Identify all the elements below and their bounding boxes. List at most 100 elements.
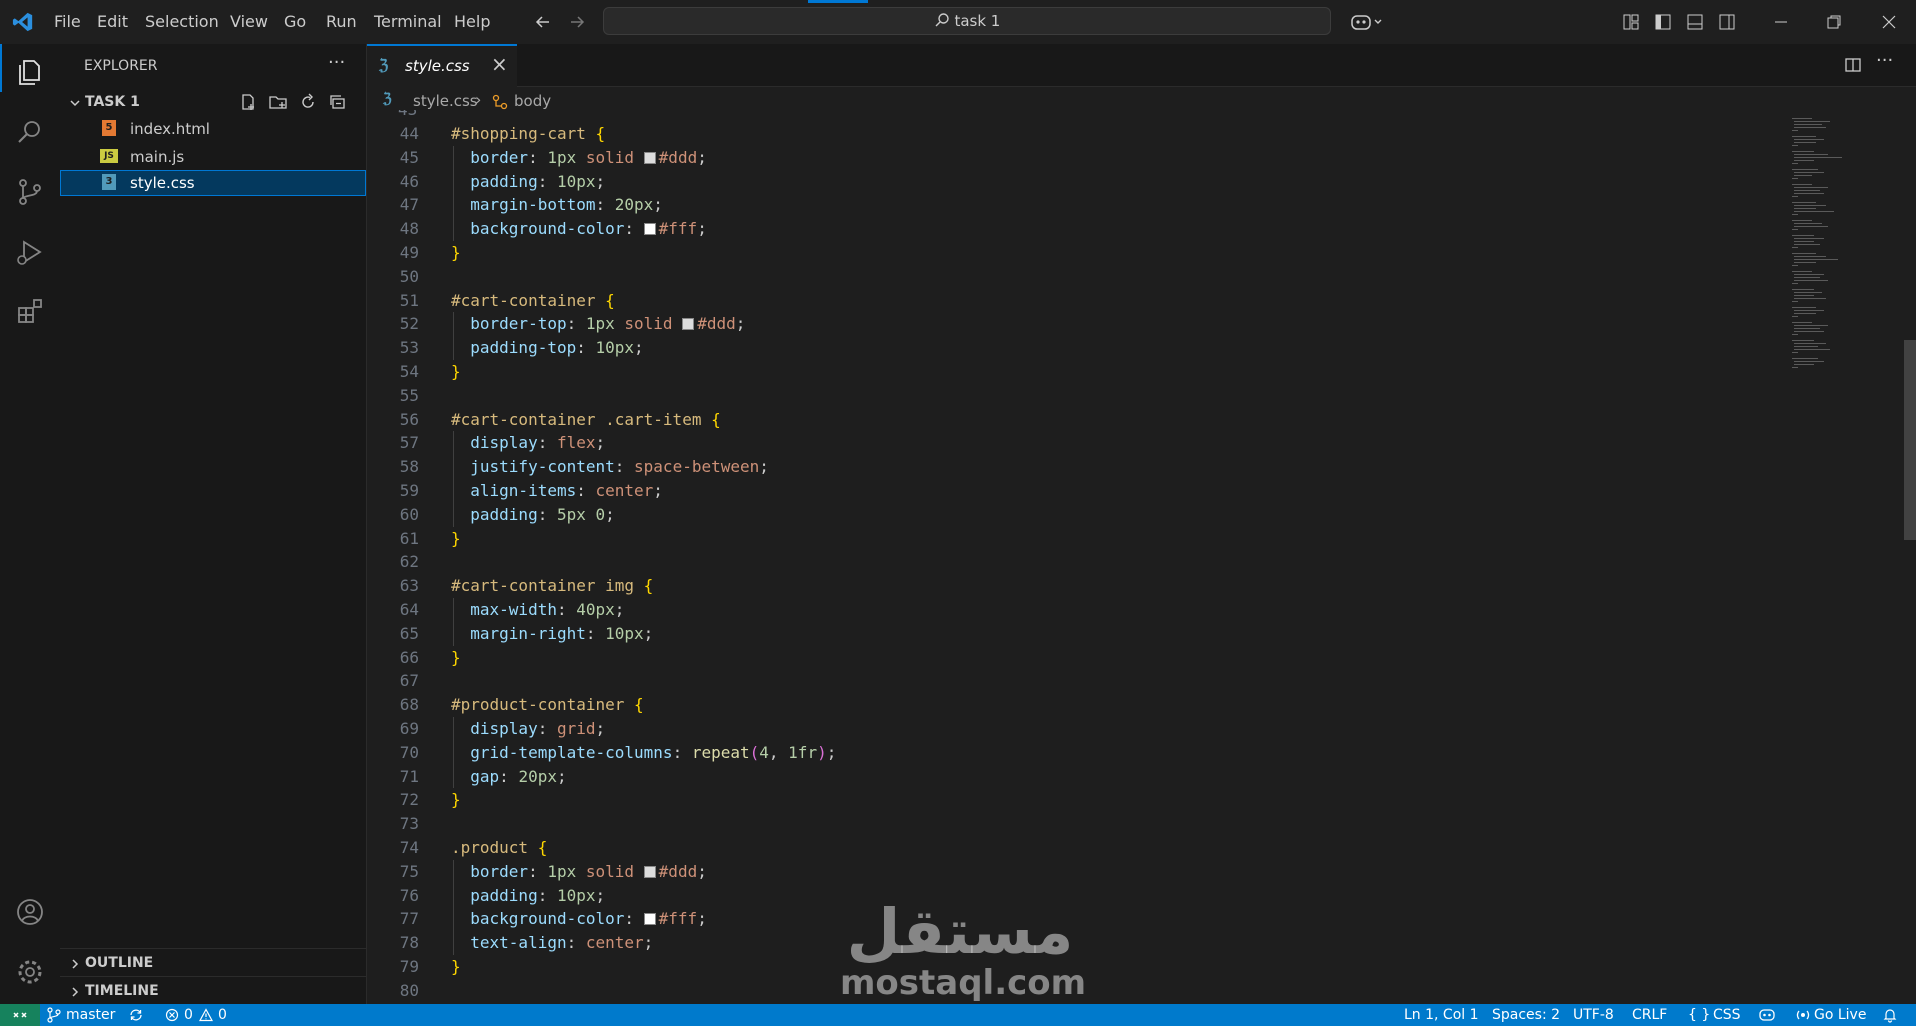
code-token: :: [537, 433, 557, 453]
chevron-down-icon[interactable]: [68, 96, 82, 110]
cursor-position[interactable]: Ln 1, Col 1: [1404, 1007, 1479, 1023]
color-swatch[interactable]: [643, 913, 656, 926]
minimap[interactable]: [1790, 116, 1900, 376]
vertical-scrollbar[interactable]: [1904, 116, 1916, 1004]
code-line: #cart-container .cart-item {: [451, 410, 721, 429]
menu-edit[interactable]: Edit: [97, 12, 128, 31]
refresh-icon[interactable]: [298, 92, 318, 112]
code-token: border-top: [451, 314, 567, 334]
line-number: 50: [399, 266, 419, 286]
extensions-icon[interactable]: [14, 296, 46, 328]
code-token: grid: [556, 719, 596, 738]
code-line: #product-container {: [451, 695, 644, 714]
copilot-status-icon[interactable]: [1758, 1007, 1776, 1023]
error-count[interactable]: 0: [184, 1007, 193, 1023]
tab-style-css[interactable]: ℨ style.css ×: [367, 44, 517, 87]
line-number: 62: [399, 552, 419, 572]
folder-title[interactable]: TASK 1: [85, 94, 140, 110]
close-window-icon[interactable]: [1880, 13, 1898, 31]
menu-view[interactable]: View: [230, 12, 268, 31]
menu-run[interactable]: Run: [326, 12, 357, 31]
menu-help[interactable]: Help: [454, 12, 490, 31]
new-file-icon[interactable]: [238, 92, 258, 112]
color-swatch[interactable]: [643, 865, 656, 878]
breadcrumb-symbol[interactable]: body: [514, 92, 551, 110]
menu-selection[interactable]: Selection: [145, 12, 219, 31]
chevron-right-icon[interactable]: [68, 985, 82, 999]
sync-icon[interactable]: [128, 1007, 144, 1023]
minimize-icon[interactable]: [1772, 13, 1790, 31]
code-token: }: [451, 957, 461, 976]
split-editor-icon[interactable]: [1844, 56, 1862, 74]
run-debug-icon[interactable]: [14, 236, 46, 268]
code-token: display: [451, 719, 538, 738]
restore-icon[interactable]: [1825, 13, 1843, 31]
color-swatch[interactable]: [643, 223, 656, 236]
language-mode[interactable]: CSS: [1713, 1007, 1741, 1023]
indent-guide: [453, 883, 454, 908]
remote-indicator[interactable]: [0, 1004, 40, 1026]
code-editor[interactable]: 43 44#shopping-cart {45 border: 1px soli…: [367, 110, 1916, 1004]
error-icon[interactable]: [165, 1008, 179, 1022]
code-line: }: [451, 957, 461, 976]
outline-section[interactable]: OUTLINE: [85, 955, 153, 971]
color-swatch[interactable]: [682, 318, 695, 331]
code-token: text-align: [451, 933, 567, 953]
code-token: border: [451, 861, 529, 881]
settings-gear-icon[interactable]: [14, 956, 46, 988]
code-token: :: [576, 338, 596, 358]
editor-more-actions-icon[interactable]: ···: [1876, 50, 1893, 71]
forward-arrow-icon[interactable]: [567, 12, 587, 32]
timeline-section[interactable]: TIMELINE: [85, 983, 159, 999]
customize-layout-icon[interactable]: [1622, 13, 1640, 31]
warning-count[interactable]: 0: [218, 1007, 227, 1023]
file-item-index-html[interactable]: 5 index.html: [60, 116, 366, 142]
menu-go[interactable]: Go: [284, 12, 306, 31]
breadcrumb-file[interactable]: style.css: [413, 92, 478, 110]
code-line: border-top: 1px solid #ddd;: [451, 314, 745, 333]
menu-file[interactable]: File: [54, 12, 81, 31]
scrollbar-thumb[interactable]: [1904, 340, 1916, 540]
menu-terminal[interactable]: Terminal: [374, 12, 442, 31]
line-number: 56: [399, 409, 419, 429]
file-item-main-js[interactable]: JS main.js: [60, 144, 366, 170]
branch-name[interactable]: master: [66, 1007, 115, 1023]
chevron-right-icon[interactable]: [68, 957, 82, 971]
line-ending[interactable]: CRLF: [1632, 1007, 1667, 1023]
collapse-all-icon[interactable]: [328, 92, 348, 112]
status-bar: master 0 0 Ln 1, Col 1 Spaces: 2 UTF-8 C…: [0, 1004, 1916, 1026]
copilot-icon[interactable]: [1350, 11, 1384, 33]
indentation[interactable]: Spaces: 2: [1492, 1007, 1560, 1023]
code-token: {: [605, 290, 615, 310]
warning-icon[interactable]: [199, 1008, 213, 1022]
indent-guide: [453, 312, 454, 337]
accounts-icon[interactable]: [14, 896, 46, 928]
bell-icon[interactable]: [1882, 1007, 1898, 1023]
new-folder-icon[interactable]: [268, 92, 288, 112]
indent-guide: [453, 621, 454, 646]
toggle-panel-icon[interactable]: [1686, 13, 1704, 31]
line-number: 68: [399, 695, 419, 715]
indent-guide: [453, 217, 454, 241]
color-swatch[interactable]: [643, 151, 656, 164]
go-live-button[interactable]: Go Live: [1814, 1007, 1866, 1023]
back-arrow-icon[interactable]: [533, 12, 553, 32]
close-tab-icon[interactable]: ×: [491, 52, 508, 76]
code-token: ;: [595, 433, 606, 453]
command-center-search[interactable]: task 1: [603, 7, 1331, 35]
code-token: ;: [595, 885, 606, 905]
source-control-icon[interactable]: [14, 176, 46, 208]
explorer-icon[interactable]: [14, 56, 46, 88]
code-line: background-color: #fff;: [451, 219, 707, 238]
code-token: :: [537, 171, 557, 191]
code-token: ;: [697, 909, 707, 929]
line-number: 77: [399, 909, 419, 929]
toggle-primary-sidebar-icon[interactable]: [1654, 13, 1672, 31]
toggle-secondary-sidebar-icon[interactable]: [1718, 13, 1736, 31]
code-token: }: [451, 243, 461, 262]
search-view-icon[interactable]: [14, 116, 46, 148]
encoding[interactable]: UTF-8: [1573, 1007, 1614, 1023]
indent-guide: [453, 859, 454, 884]
more-actions-icon[interactable]: ···: [328, 52, 345, 73]
file-item-style-css[interactable]: 3 style.css: [60, 170, 366, 196]
